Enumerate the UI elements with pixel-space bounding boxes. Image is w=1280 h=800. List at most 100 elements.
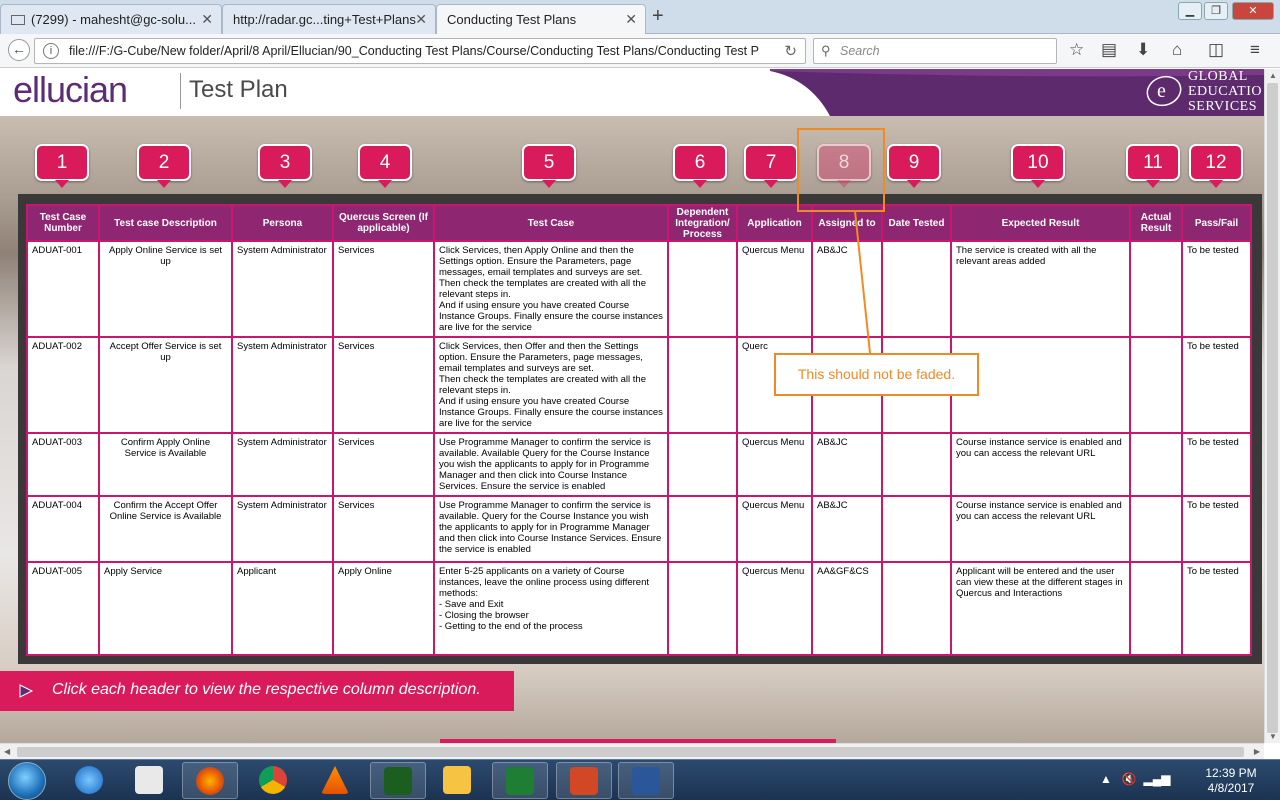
scroll-down-arrow[interactable]: ▼ — [1269, 732, 1277, 741]
minimize-button[interactable]: ▁ — [1178, 2, 1202, 20]
taskbar-firefox[interactable] — [182, 762, 238, 799]
maximize-button[interactable]: ❐ — [1204, 2, 1228, 20]
taskbar-word[interactable] — [618, 762, 674, 799]
ie-icon — [75, 766, 103, 794]
browser-tab-mail[interactable]: (7299) - mahesht@gc-solu... ✕ — [0, 4, 222, 34]
tray-arrow-icon[interactable]: ▲ — [1100, 772, 1112, 786]
cell-assigned-to: AB&JC — [811, 240, 883, 338]
cell-quercus-screen: Services — [332, 336, 435, 434]
url-bar[interactable]: i file:///F:/G-Cube/New folder/April/8 A… — [34, 38, 806, 64]
start-button[interactable] — [8, 762, 46, 800]
taskbar-clock[interactable]: 12:39 PM 4/8/2017 — [1196, 766, 1266, 796]
cell-quercus-screen: Apply Online — [332, 561, 435, 656]
col-header-dependent-integration[interactable]: Dependent Integration/ Process — [667, 204, 738, 242]
horizontal-scrollbar[interactable]: ◀ ▶ — [0, 743, 1264, 759]
col-header-date-tested[interactable]: Date Tested — [881, 204, 952, 242]
cell-test-case-number: ADUAT-004 — [26, 495, 100, 563]
close-icon[interactable]: ✕ — [201, 11, 213, 28]
taskbar-internet-explorer[interactable] — [62, 762, 118, 799]
column-badge-5[interactable]: 5 — [522, 144, 576, 188]
info-icon[interactable]: i — [43, 43, 59, 59]
cell-persona: Applicant — [231, 561, 334, 656]
annotation-callout: This should not be faded. — [774, 353, 979, 396]
column-badge-11[interactable]: 11 — [1126, 144, 1180, 188]
taskbar-excel[interactable] — [492, 762, 548, 799]
cell-application: Quercus Menu — [736, 561, 813, 656]
col-header-test-case[interactable]: Test Case — [433, 204, 669, 242]
browser-tab-radar[interactable]: http://radar.gc...ting+Test+Plans ✕ — [222, 4, 436, 34]
cell-actual-result — [1129, 336, 1183, 434]
download-icon[interactable]: ⬇ — [1136, 40, 1150, 60]
cell-actual-result — [1129, 495, 1183, 563]
scroll-right-arrow[interactable]: ▶ — [1254, 747, 1260, 756]
cell-description: Apply Service — [98, 561, 233, 656]
col-header-pass-fail[interactable]: Pass/Fail — [1181, 204, 1252, 242]
new-tab-button[interactable]: + — [652, 5, 664, 28]
bookmark-star-icon[interactable]: ☆ — [1069, 40, 1084, 60]
cell-dependent — [667, 495, 738, 563]
cell-test-case: Enter 5-25 applicants on a variety of Co… — [433, 561, 669, 656]
cell-expected-result: Applicant will be entered and the user c… — [950, 561, 1131, 656]
col-header-expected-result[interactable]: Expected Result — [950, 204, 1131, 242]
column-badge-10[interactable]: 10 — [1011, 144, 1065, 188]
table-row: ADUAT-001 Apply Online Service is set up… — [26, 240, 1252, 338]
col-header-persona[interactable]: Persona — [231, 204, 334, 242]
scroll-left-arrow[interactable]: ◀ — [4, 747, 10, 756]
taskbar-storyline[interactable] — [370, 762, 426, 799]
header-divider — [180, 73, 181, 109]
test-plan-table-frame: Test Case Number Test case Description P… — [18, 194, 1262, 664]
vertical-scroll-thumb[interactable] — [1267, 83, 1278, 733]
horizontal-scroll-thumb[interactable] — [17, 747, 1244, 757]
taskbar-chrome[interactable] — [246, 762, 302, 799]
volume-icon[interactable]: 🔇 — [1122, 772, 1137, 786]
folder-icon — [443, 766, 471, 794]
column-badge-9[interactable]: 9 — [887, 144, 941, 188]
table-row: ADUAT-002 Accept Offer Service is set up… — [26, 336, 1252, 434]
window-close-button[interactable]: ✕ — [1232, 2, 1274, 20]
ges-emblem: e — [1146, 75, 1182, 107]
search-input[interactable]: ⚲ Search — [813, 38, 1057, 64]
close-icon[interactable]: ✕ — [625, 11, 637, 28]
taskbar-media-player[interactable] — [122, 762, 178, 799]
cell-assigned-to: AB&JC — [811, 432, 883, 497]
table-row: ADUAT-003 Confirm Apply Online Service i… — [26, 432, 1252, 497]
cell-actual-result — [1129, 561, 1183, 656]
col-header-test-case-number[interactable]: Test Case Number — [26, 204, 100, 242]
taskbar-powerpoint[interactable] — [556, 762, 612, 799]
home-icon[interactable]: ⌂ — [1172, 40, 1182, 60]
taskbar-explorer[interactable] — [430, 762, 486, 799]
network-icon[interactable]: ▂▄▆ — [1144, 772, 1171, 786]
col-header-actual-result[interactable]: Actual Result — [1129, 204, 1183, 242]
col-header-test-case-description[interactable]: Test case Description — [98, 204, 233, 242]
reload-icon[interactable]: ↻ — [784, 42, 797, 60]
scroll-up-arrow[interactable]: ▲ — [1269, 71, 1277, 80]
close-icon[interactable]: ✕ — [415, 11, 427, 28]
vertical-scrollbar[interactable]: ▲ ▼ — [1264, 69, 1280, 743]
col-header-quercus-screen[interactable]: Quercus Screen (If applicable) — [332, 204, 435, 242]
ges-text: GLOBAL EDUCATIO SERVICES — [1188, 69, 1262, 114]
column-badge-7[interactable]: 7 — [744, 144, 798, 188]
cell-date-tested — [881, 240, 952, 338]
cell-test-case-number: ADUAT-001 — [26, 240, 100, 338]
taskbar-vlc[interactable] — [308, 762, 364, 799]
column-badge-2[interactable]: 2 — [137, 144, 191, 188]
search-placeholder: Search — [840, 44, 880, 58]
column-badge-3[interactable]: 3 — [258, 144, 312, 188]
column-badge-6[interactable]: 6 — [673, 144, 727, 188]
cell-application: Quercus Menu — [736, 240, 813, 338]
column-badge-1[interactable]: 1 — [35, 144, 89, 188]
browser-tab-active[interactable]: Conducting Test Plans ✕ — [436, 4, 646, 35]
reading-list-icon[interactable]: ▤ — [1101, 40, 1117, 60]
pocket-icon[interactable]: ◫ — [1208, 40, 1224, 60]
table-row: ADUAT-004 Confirm the Accept Offer Onlin… — [26, 495, 1252, 563]
tab-label: http://radar.gc...ting+Test+Plans — [233, 12, 416, 27]
column-badge-12[interactable]: 12 — [1189, 144, 1243, 188]
cell-expected-result: The service is created with all the rele… — [950, 240, 1131, 338]
cell-test-case-number: ADUAT-002 — [26, 336, 100, 434]
clock-date: 4/8/2017 — [1207, 781, 1255, 795]
menu-icon[interactable]: ≡ — [1250, 40, 1260, 60]
back-icon[interactable]: ← — [8, 39, 30, 61]
cell-description: Apply Online Service is set up — [98, 240, 233, 338]
column-badge-4[interactable]: 4 — [358, 144, 412, 188]
svg-text:e: e — [1157, 80, 1166, 102]
